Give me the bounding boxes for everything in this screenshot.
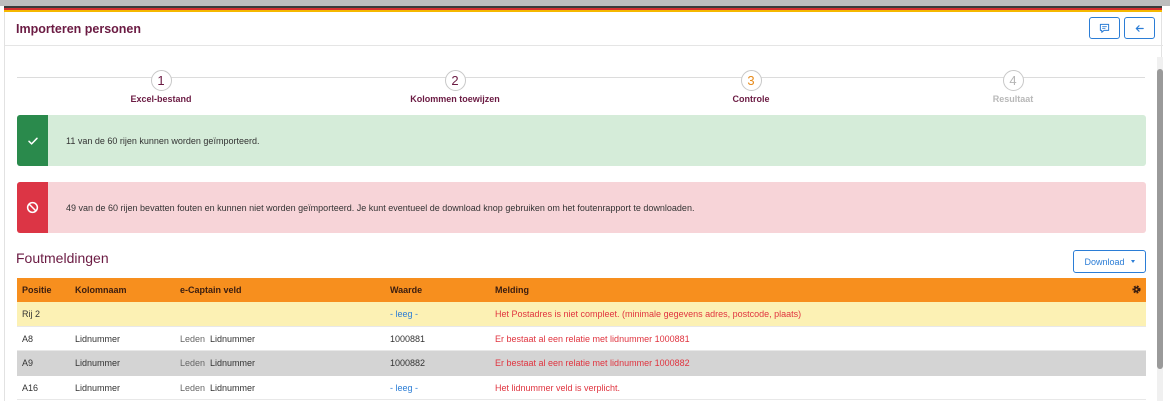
step-number: 3 [740, 70, 762, 91]
success-alert-text: 11 van de 60 rijen kunnen worden geïmpor… [66, 135, 260, 146]
errors-table: Positie Kolomnaam e-Captain veld Waarde … [17, 278, 1146, 400]
header-value[interactable]: Waarde [390, 278, 422, 302]
success-alert: 11 van de 60 rijen kunnen worden geïmpor… [17, 115, 1146, 166]
cell-field [180, 302, 185, 327]
cell-field: Leden Lidnummer [180, 327, 255, 352]
cell-column: Lidnummer [75, 358, 121, 368]
cell-field: Leden Lidnummer [180, 376, 255, 401]
browser-top-bar [0, 0, 1170, 12]
step-number: 2 [444, 70, 466, 91]
cell-field-name: Lidnummer [210, 333, 256, 344]
table-row: A9 Lidnummer Leden Lidnummer 1000882 Er b… [17, 351, 1146, 376]
cell-field-group: Leden [180, 382, 206, 393]
step-controle: 3 Controle [651, 70, 851, 104]
header-message[interactable]: Melding [495, 278, 529, 302]
cell-message: Het Postadres is niet compleet. (minimal… [495, 309, 802, 319]
cell-field-group: Leden [180, 358, 206, 368]
page-title: Importeren personen [16, 22, 142, 36]
header-position[interactable]: Positie [22, 278, 52, 302]
cell-position: Rij 2 [22, 309, 41, 319]
chat-bubble-icon [1099, 23, 1110, 33]
cell-value: - leeg - [390, 309, 419, 319]
table-row: Rij 2 - leeg - Het Postadres is niet com… [17, 302, 1146, 327]
table-row: A16 Lidnummer Leden Lidnummer - leeg - He… [17, 375, 1146, 401]
cell-value: - leeg - [390, 382, 419, 393]
back-button[interactable] [1124, 17, 1155, 39]
step-kolommen-toewijzen: 2 Kolommen toewijzen [355, 70, 555, 104]
cell-message: Er bestaat al een relatie met lidnummer … [495, 333, 690, 344]
table-header-row: Positie Kolomnaam e-Captain veld Waarde … [17, 278, 1146, 302]
step-resultaat: 4 Resultaat [913, 70, 1113, 104]
step-label: Excel-bestand [130, 94, 192, 104]
cell-field-name: Lidnummer [210, 358, 256, 368]
step-label: Controle [732, 94, 770, 104]
cell-position: A16 [22, 382, 39, 393]
download-button[interactable]: Download [1073, 250, 1146, 273]
step-number: 4 [1002, 70, 1024, 91]
table-row: A8 Lidnummer Leden Lidnummer 1000881 Er b… [17, 326, 1146, 352]
page-header: Importeren personen [5, 12, 1163, 46]
header-column[interactable]: Kolomnaam [75, 278, 127, 302]
cell-message: Er bestaat al een relatie met lidnummer … [495, 358, 690, 368]
cell-field-name: Lidnummer [210, 382, 256, 393]
gear-icon[interactable] [1131, 284, 1142, 295]
feedback-button[interactable] [1089, 17, 1120, 39]
errors-section-title: Foutmeldingen [16, 250, 109, 266]
step-label: Resultaat [992, 94, 1034, 104]
cell-column: Lidnummer [75, 333, 121, 344]
error-alert-text: 49 van de 60 rijen bevatten fouten en ku… [66, 202, 695, 213]
step-label: Kolommen toewijzen [410, 94, 500, 104]
arrow-left-icon [1135, 24, 1144, 32]
check-icon [27, 137, 38, 145]
cell-value: 1000882 [390, 358, 426, 368]
success-alert-icon-box [17, 115, 48, 166]
cell-position: A9 [22, 358, 34, 368]
vertical-scrollbar[interactable] [1157, 57, 1163, 401]
header-field[interactable]: e-Captain veld [180, 278, 242, 302]
ban-icon [26, 201, 39, 214]
cell-field-group: Leden [180, 333, 206, 344]
app-frame: Importeren personen 1 Excel-bestand 2 Ko… [4, 12, 1163, 401]
download-button-label: Download [1084, 256, 1125, 267]
cell-position: A8 [22, 333, 34, 344]
error-alert-icon-box [17, 182, 48, 233]
error-alert: 49 van de 60 rijen bevatten fouten en ku… [17, 182, 1146, 233]
caret-down-icon [1130, 260, 1135, 263]
scrollbar-thumb[interactable] [1157, 69, 1163, 369]
step-excel-bestand: 1 Excel-bestand [61, 70, 261, 104]
cell-column: Lidnummer [75, 382, 121, 393]
step-number: 1 [150, 70, 172, 91]
cell-field: Leden Lidnummer [180, 351, 255, 376]
cell-message: Het lidnummer veld is verplicht. [495, 382, 621, 393]
cell-value: 1000881 [390, 333, 426, 344]
